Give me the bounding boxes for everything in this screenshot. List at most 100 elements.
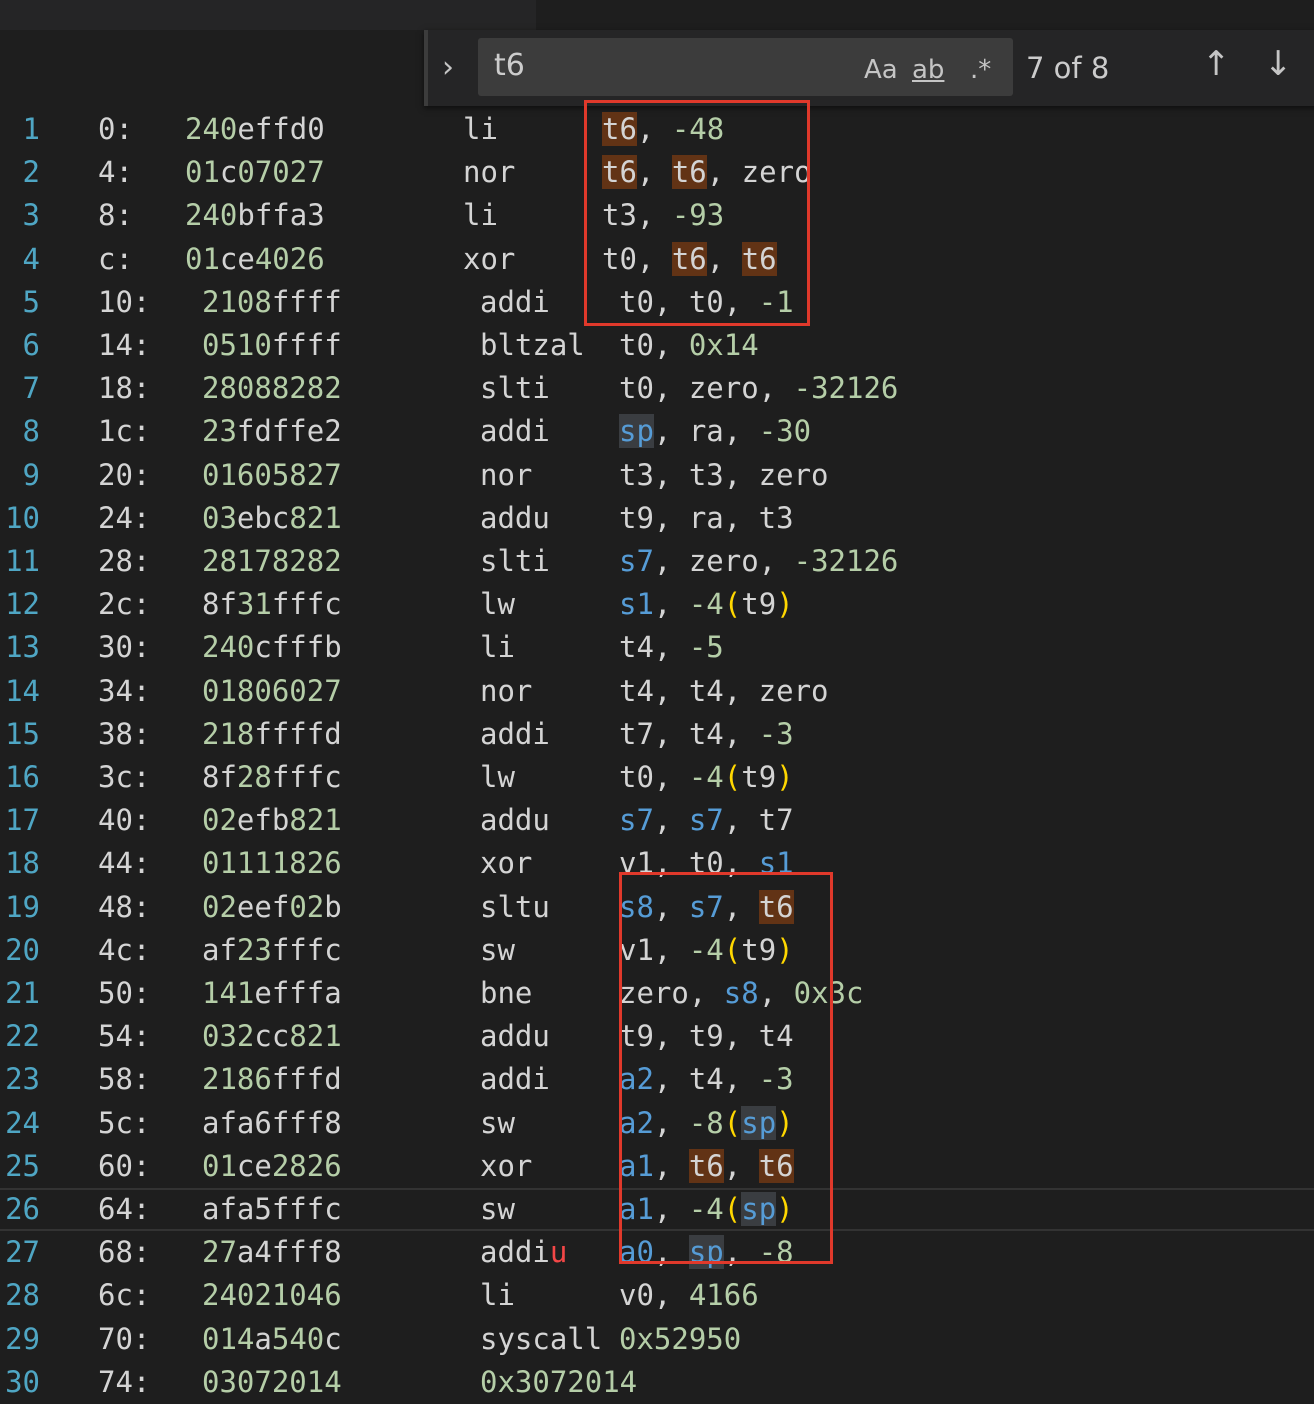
address-offset: 34: xyxy=(98,673,151,708)
address-offset: 0: xyxy=(98,112,133,146)
instruction-operands: t0, 0x14 xyxy=(619,328,759,362)
code-line[interactable]: 12 2c: 8f31fffc lw s1, -4(t9) xyxy=(0,583,1314,626)
instruction-hex: afa6fff8 xyxy=(202,1105,342,1140)
find-input-value[interactable]: t6 xyxy=(494,48,525,84)
instruction-hex: 141efffa xyxy=(202,976,342,1010)
line-number: 12 xyxy=(5,587,40,622)
instruction-mnemonic: nor xyxy=(480,457,533,492)
address-offset: 14: xyxy=(98,328,151,362)
address-offset: 74: xyxy=(98,1364,151,1399)
previous-match-arrow-up-icon[interactable]: ↑ xyxy=(1202,44,1231,84)
address-offset: 10: xyxy=(98,284,151,319)
address-offset: 2c: xyxy=(98,587,151,622)
line-number: 1 xyxy=(22,112,40,146)
instruction-mnemonic: nor xyxy=(463,155,516,190)
instruction-mnemonic: li xyxy=(480,630,515,665)
find-input[interactable]: t6 Aa ab .* xyxy=(478,38,1013,96)
instruction-operands: v0, 4166 xyxy=(619,1278,759,1313)
code-line[interactable]: 16 3c: 8f28fffc lw t0, -4(t9) xyxy=(0,756,1314,799)
instruction-hex: 8f28fffc xyxy=(202,760,342,794)
regex-toggle[interactable]: .* xyxy=(970,52,991,88)
instruction-mnemonic: sw xyxy=(480,932,515,967)
instruction-mnemonic: li xyxy=(480,1278,515,1313)
instruction-mnemonic: addi xyxy=(480,716,550,751)
line-number: 25 xyxy=(5,1148,40,1183)
line-number: 15 xyxy=(5,716,40,751)
code-line[interactable]: 13 30: 240cfffb li t4, -5 xyxy=(0,626,1314,669)
instruction-hex: 03ebc821 xyxy=(202,500,342,535)
line-number: 26 xyxy=(5,1192,40,1226)
code-line[interactable]: 17 40: 02efb821 addu s7, s7, t7 xyxy=(0,799,1314,842)
line-number: 4 xyxy=(22,241,40,276)
address-offset: 40: xyxy=(98,803,151,838)
address-offset: 48: xyxy=(98,889,151,924)
address-offset: 20: xyxy=(98,457,151,492)
instruction-mnemonic: addu xyxy=(480,1019,550,1054)
code-line[interactable]: 30 74: 03072014 0x3072014 xyxy=(0,1361,1314,1404)
code-line[interactable]: 10 24: 03ebc821 addu t9, ra, t3 xyxy=(0,497,1314,540)
line-number: 30 xyxy=(5,1364,40,1399)
line-number: 2 xyxy=(22,155,40,190)
address-offset: 70: xyxy=(98,1321,151,1356)
code-line[interactable]: 11 28: 28178282 slti s7, zero, -32126 xyxy=(0,540,1314,583)
instruction-hex: 01ce4026 xyxy=(185,241,325,276)
code-line[interactable]: 6 14: 0510ffff bltzal t0, 0x14 xyxy=(0,324,1314,367)
code-line[interactable]: 14 34: 01806027 nor t4, t4, zero xyxy=(0,670,1314,713)
instruction-mnemonic: sw xyxy=(480,1192,515,1226)
address-offset: 58: xyxy=(98,1062,151,1097)
instruction-hex: 240bffa3 xyxy=(185,198,325,233)
instruction-mnemonic: li xyxy=(463,112,498,146)
code-line[interactable]: 7 18: 28088282 slti t0, zero, -32126 xyxy=(0,367,1314,410)
line-number: 9 xyxy=(22,457,40,492)
whole-word-toggle[interactable]: ab xyxy=(912,52,944,88)
line-number: 3 xyxy=(22,198,40,233)
instruction-operands: t4, t4, zero xyxy=(619,673,829,708)
editor-tab-bar xyxy=(0,0,536,30)
address-offset: 38: xyxy=(98,716,151,751)
instruction-mnemonic: sltu xyxy=(480,889,550,924)
code-line[interactable]: 29 70: 014a540c syscall 0x52950 xyxy=(0,1318,1314,1361)
instruction-hex: afa5fffc xyxy=(202,1192,342,1226)
instruction-mnemonic: bltzal xyxy=(480,328,585,362)
instruction-hex: 032cc821 xyxy=(202,1019,342,1054)
instruction-mnemonic: sw xyxy=(480,1105,515,1140)
instruction-hex: 2108ffff xyxy=(202,284,342,319)
instruction-hex: 01111826 xyxy=(202,846,342,881)
instruction-hex: 240effd0 xyxy=(185,112,325,146)
match-case-toggle[interactable]: Aa xyxy=(864,52,898,88)
line-number: 24 xyxy=(5,1105,40,1140)
code-line[interactable]: 15 38: 218ffffd addi t7, t4, -3 xyxy=(0,713,1314,756)
instruction-mnemonic: addi xyxy=(480,414,550,449)
instruction-mnemonic: bne xyxy=(480,976,533,1010)
instruction-mnemonic: slti xyxy=(480,544,550,578)
instruction-hex: af23fffc xyxy=(202,932,342,967)
instruction-hex: 240cfffb xyxy=(202,630,342,665)
address-offset: 68: xyxy=(98,1235,151,1270)
instruction-mnemonic: addi xyxy=(480,1062,550,1097)
instruction-mnemonic: addiu xyxy=(480,1235,568,1270)
instruction-hex: 2186fffd xyxy=(202,1062,342,1097)
instruction-mnemonic: nor xyxy=(480,673,533,708)
line-number: 28 xyxy=(5,1278,40,1313)
address-offset: 6c: xyxy=(98,1278,151,1313)
instruction-mnemonic: syscall xyxy=(480,1321,603,1356)
code-line[interactable]: 8 1c: 23fdffe2 addi sp, ra, -30 xyxy=(0,410,1314,453)
line-number: 5 xyxy=(22,284,40,319)
annotation-box-top xyxy=(584,100,810,326)
instruction-hex: 01c07027 xyxy=(185,155,325,190)
instruction-operands: s7, zero, -32126 xyxy=(619,544,899,578)
instruction-operands: t0, -4(t9) xyxy=(619,760,794,794)
address-offset: c: xyxy=(98,241,133,276)
next-match-arrow-down-icon[interactable]: ↓ xyxy=(1264,44,1293,84)
line-number: 11 xyxy=(5,544,40,578)
address-offset: 18: xyxy=(98,371,151,406)
instruction-hex: 0510ffff xyxy=(202,328,342,362)
code-line[interactable]: 9 20: 01605827 nor t3, t3, zero xyxy=(0,454,1314,497)
instruction-mnemonic: xor xyxy=(480,1148,533,1183)
address-offset: 60: xyxy=(98,1148,151,1183)
line-number: 14 xyxy=(5,673,40,708)
instruction-hex: 28088282 xyxy=(202,371,342,406)
address-offset: 54: xyxy=(98,1019,151,1054)
code-line[interactable]: 28 6c: 24021046 li v0, 4166 xyxy=(0,1274,1314,1317)
toggle-replace-icon[interactable]: › xyxy=(442,50,466,86)
